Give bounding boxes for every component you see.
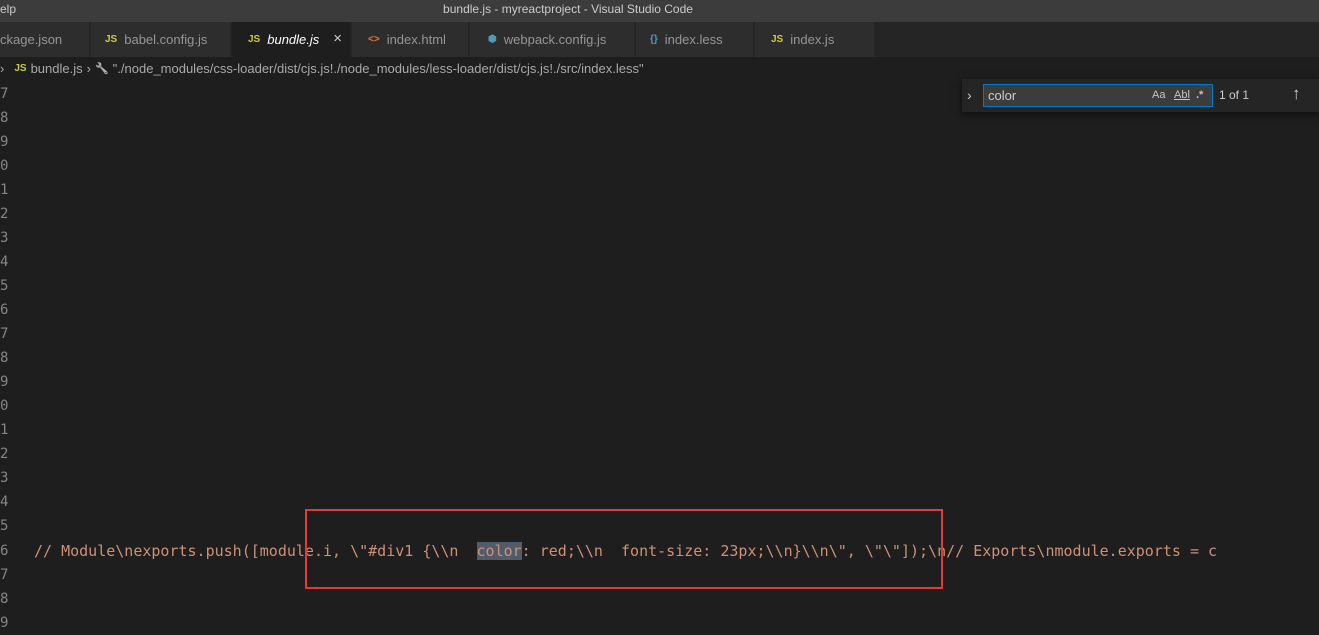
line-number: 4 [0, 494, 9, 510]
line-number: 7 [0, 86, 9, 102]
wrench-icon: 🔧 [94, 62, 109, 75]
line-number: 3 [0, 470, 9, 486]
line-number: 6 [0, 302, 9, 318]
editor-tab-bar: ckage.json JS babel.config.js JS bundle.… [0, 22, 1319, 57]
html-file-icon: <> [368, 34, 380, 45]
line-number: 9 [0, 374, 9, 390]
tab-index-less[interactable]: {} index.less [636, 22, 754, 57]
close-icon[interactable]: × [333, 31, 342, 46]
js-file-icon: JS [14, 62, 27, 74]
line-number: 7 [0, 326, 9, 342]
annotation-highlight-box [305, 509, 943, 589]
webpack-file-icon: ⬢ [488, 34, 497, 45]
chevron-right-icon: › [86, 60, 91, 76]
regex-icon[interactable]: .* [1196, 89, 1203, 101]
find-widget: › Aa Abl .* 1 of 1 ↑ [962, 79, 1319, 112]
line-number: 2 [0, 206, 9, 222]
tab-label: babel.config.js [124, 32, 208, 47]
line-number: 0 [0, 158, 9, 174]
tab-label: ckage.json [0, 32, 63, 47]
match-case-icon[interactable]: Aa [1152, 89, 1165, 101]
line-number: 0 [0, 398, 9, 414]
line-number: 8 [0, 591, 9, 607]
tab-index-js[interactable]: JS index.js [755, 22, 875, 57]
less-file-icon: {} [650, 34, 658, 45]
tab-label: index.js [790, 32, 835, 47]
line-number: 9 [0, 134, 9, 150]
tab-package-json[interactable]: ckage.json [0, 22, 90, 57]
line-number: 5 [0, 518, 9, 534]
tab-label: index.html [386, 32, 446, 47]
line-number: 6 [0, 543, 9, 559]
js-file-icon: JS [105, 34, 118, 45]
line-number: 1 [0, 422, 9, 438]
match-whole-word-icon[interactable]: Abl [1174, 89, 1190, 101]
line-number: 3 [0, 230, 9, 246]
vertical-scrollbar[interactable] [1314, 79, 1319, 633]
tab-label: webpack.config.js [503, 32, 607, 47]
breadcrumb-module-path[interactable]: "./node_modules/css-loader/dist/cjs.js!.… [113, 61, 644, 76]
window-title: bundle.js - myreactproject - Visual Stud… [443, 2, 693, 16]
line-number: 2 [0, 446, 9, 462]
js-file-icon: JS [771, 34, 784, 45]
find-input[interactable] [988, 86, 1138, 105]
line-number: 5 [0, 278, 9, 294]
tab-bundle-js[interactable]: JS bundle.js × [232, 22, 351, 57]
line-number: 4 [0, 254, 9, 270]
line-number: 1 [0, 182, 9, 198]
breadcrumb: › JS bundle.js › 🔧 "./node_modules/css-l… [0, 57, 1319, 79]
line-number-gutter: 7 8 9 0 1 2 3 4 5 6 7 8 9 0 1 2 3 4 5 6 … [0, 79, 30, 633]
line-number: 9 [0, 615, 9, 631]
tab-index-html[interactable]: <> index.html [352, 22, 469, 57]
tab-babel-config[interactable]: JS babel.config.js [91, 22, 231, 57]
match-count: 1 of 1 [1219, 88, 1250, 102]
tab-label: index.less [664, 32, 723, 47]
previous-match-arrow-up-icon[interactable]: ↑ [1292, 84, 1301, 104]
line-number: 7 [0, 567, 9, 583]
tab-label: bundle.js [267, 32, 320, 47]
chevron-right-icon: › [0, 60, 5, 76]
title-bar: elp bundle.js - myreactproject - Visual … [0, 0, 1319, 22]
line-number: 8 [0, 350, 9, 366]
find-input-box[interactable]: Aa Abl .* [983, 84, 1213, 107]
js-file-icon: JS [248, 34, 261, 45]
tab-webpack-config[interactable]: ⬢ webpack.config.js [470, 22, 635, 57]
breadcrumb-file[interactable]: bundle.js [31, 61, 83, 76]
toggle-replace-chevron-icon[interactable]: › [967, 87, 972, 103]
line-number: 8 [0, 110, 9, 126]
